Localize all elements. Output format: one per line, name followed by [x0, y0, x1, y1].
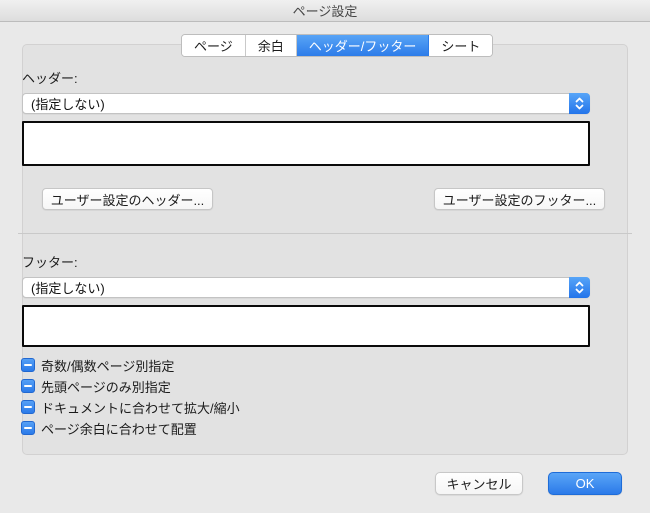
- chevron-up-down-icon: [569, 277, 590, 298]
- header-dropdown-value: (指定しない): [31, 97, 105, 112]
- footer-dropdown-value: (指定しない): [31, 281, 105, 296]
- checkbox-label: ページ余白に合わせて配置: [41, 421, 197, 437]
- tab-sheet[interactable]: シート: [429, 35, 493, 56]
- custom-header-button[interactable]: ユーザー設定のヘッダー...: [42, 188, 213, 210]
- mixed-checkbox-icon[interactable]: [21, 421, 35, 435]
- dialog-title: ページ設定: [292, 4, 358, 19]
- chevron-up-down-icon: [569, 93, 590, 114]
- header-label: ヘッダー:: [22, 71, 78, 86]
- tab-page[interactable]: ページ: [182, 35, 246, 56]
- section-divider: [18, 233, 632, 234]
- custom-footer-button[interactable]: ユーザー設定のフッター...: [434, 188, 605, 210]
- checkbox-label: 奇数/偶数ページ別指定: [41, 358, 175, 374]
- mixed-checkbox-icon[interactable]: [21, 379, 35, 393]
- cancel-button[interactable]: キャンセル: [435, 472, 523, 495]
- tab-header-footer[interactable]: ヘッダー/フッター: [296, 35, 430, 56]
- checkbox-row-scale-with-doc[interactable]: ドキュメントに合わせて拡大/縮小: [21, 399, 240, 416]
- checkbox-label: ドキュメントに合わせて拡大/縮小: [41, 400, 240, 416]
- dialog-titlebar: ページ設定: [0, 0, 650, 22]
- ok-button[interactable]: OK: [548, 472, 622, 495]
- footer-label: フッター:: [22, 255, 78, 270]
- header-preview-box: [22, 121, 590, 166]
- mixed-checkbox-icon[interactable]: [21, 400, 35, 414]
- footer-preview-box: [22, 305, 590, 347]
- checkbox-label: 先頭ページのみ別指定: [41, 379, 171, 395]
- footer-dropdown[interactable]: (指定しない): [22, 277, 590, 298]
- header-dropdown[interactable]: (指定しない): [22, 93, 590, 114]
- checkbox-row-first-page[interactable]: 先頭ページのみ別指定: [21, 378, 171, 395]
- mixed-checkbox-icon[interactable]: [21, 358, 35, 372]
- tab-margins[interactable]: 余白: [245, 35, 297, 56]
- checkbox-row-align-margins[interactable]: ページ余白に合わせて配置: [21, 420, 197, 437]
- tab-bar: ページ 余白 ヘッダー/フッター シート: [181, 34, 494, 57]
- checkbox-row-odd-even[interactable]: 奇数/偶数ページ別指定: [21, 357, 175, 374]
